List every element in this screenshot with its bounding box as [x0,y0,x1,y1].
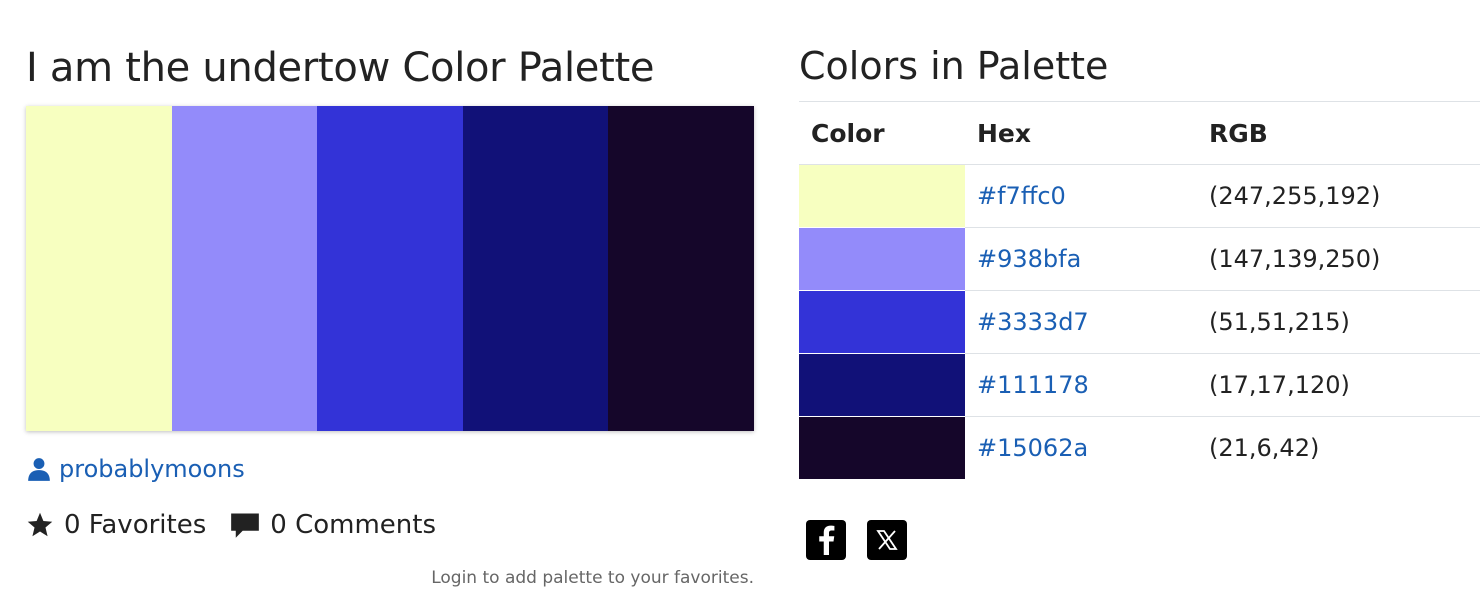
comments-stat[interactable]: 0 Comments [230,510,436,540]
color-chip [799,227,965,291]
login-note: Login to add palette to your favorites. [431,568,754,588]
table-row: #f7ffc0 (247,255,192) [799,164,1480,228]
color-chip [799,164,965,228]
colors-table: Color Hex RGB #f7ffc0 (247,255,192) #938… [799,101,1480,479]
header-hex: Hex [965,101,1197,165]
palette-stats: 0 Favorites 0 Comments [26,510,436,540]
author-link[interactable]: probablymoons [26,455,245,483]
hex-link[interactable]: #f7ffc0 [965,164,1197,228]
hex-link[interactable]: #3333d7 [965,290,1197,354]
swatch-1[interactable] [26,106,172,431]
rgb-value: (147,139,250) [1197,227,1480,291]
swatch-4[interactable] [462,106,609,431]
hex-link[interactable]: #938bfa [965,227,1197,291]
color-chip [799,290,965,354]
comments-count: 0 Comments [270,510,437,540]
x-share-button[interactable] [867,520,907,560]
favorites-count: 0 Favorites [64,510,207,540]
color-chip [799,353,965,417]
palette-swatch-strip [26,106,754,431]
favorites-stat[interactable]: 0 Favorites [26,510,206,540]
hex-link[interactable]: #15062a [965,417,1197,480]
x-icon [876,530,898,550]
author-name: probablymoons [59,455,245,483]
rgb-value: (247,255,192) [1197,164,1480,228]
table-row: #3333d7 (51,51,215) [799,290,1480,354]
share-buttons [806,520,907,560]
swatch-2[interactable] [171,106,318,431]
comment-icon [231,513,260,538]
facebook-icon [819,525,835,555]
table-header-row: Color Hex RGB [799,101,1480,165]
table-row: #15062a (21,6,42) [799,416,1480,480]
rgb-value: (21,6,42) [1209,434,1320,462]
table-row: #111178 (17,17,120) [799,353,1480,417]
table-row: #938bfa (147,139,250) [799,227,1480,291]
header-color: Color [799,101,965,165]
section-title: Colors in Palette [799,44,1109,88]
star-icon [27,512,53,537]
hex-link[interactable]: #111178 [965,353,1197,417]
rgb-value: (51,51,215) [1197,290,1480,354]
swatch-5[interactable] [608,106,754,431]
page-title: I am the undertow Color Palette [26,45,655,91]
swatch-3[interactable] [317,106,463,431]
facebook-share-button[interactable] [806,520,846,560]
rgb-value: (17,17,120) [1197,353,1480,417]
user-icon [28,458,50,481]
color-chip [799,416,965,479]
header-rgb: RGB [1197,101,1480,165]
